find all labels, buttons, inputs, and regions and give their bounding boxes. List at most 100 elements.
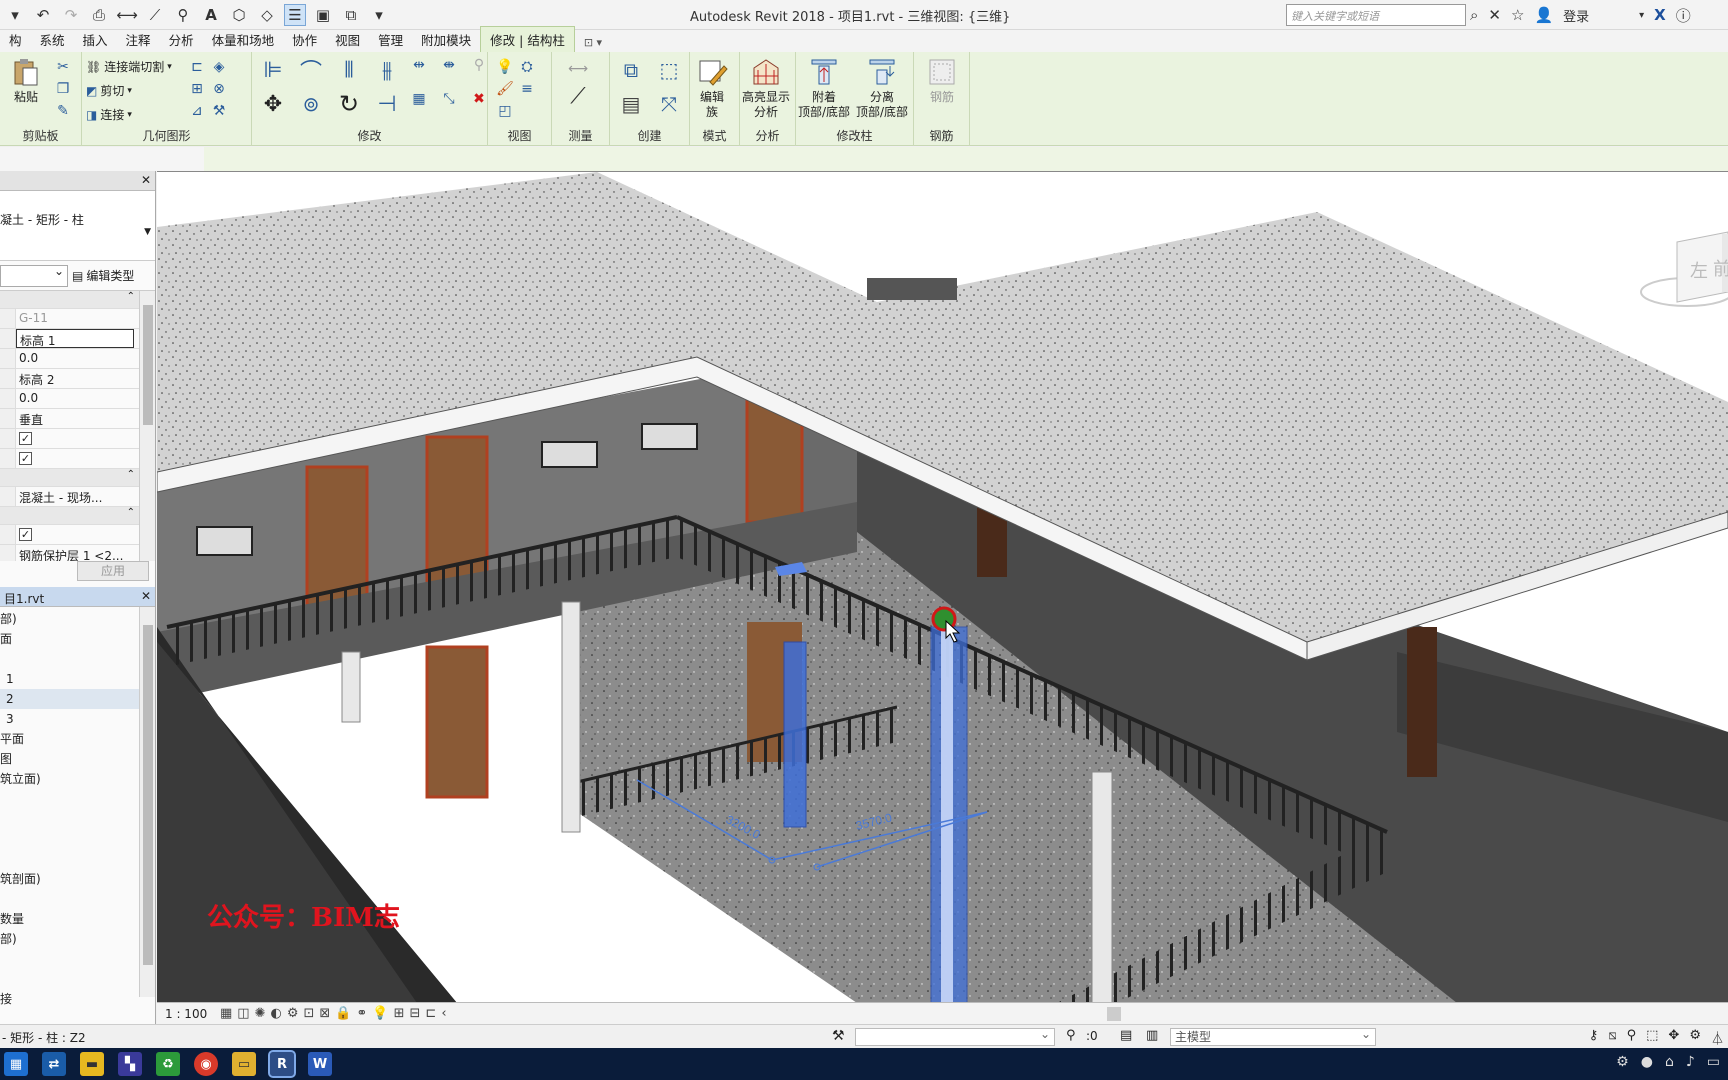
select-underlay-icon[interactable]: ⧅ [1608, 1028, 1616, 1047]
instance-filter-dropdown[interactable] [0, 264, 68, 287]
chevron-down-icon[interactable]: ▾ [1639, 10, 1644, 21]
top-offset-field[interactable]: 0.0 [16, 389, 134, 408]
trim-extend-icon[interactable]: ⊣ [372, 90, 402, 118]
scale-icon[interactable]: ⤡ [440, 90, 458, 108]
rebar-cover-field[interactable]: 钢筋保护层 1 <2... [16, 545, 134, 561]
unpin-icon[interactable]: ⚲ [470, 56, 488, 74]
checkbox[interactable]: ✓ [19, 528, 32, 541]
tree-item[interactable]: 接 [0, 989, 155, 1009]
tree-item[interactable]: 2 [0, 689, 155, 709]
tree-item[interactable]: 筑剖面) [0, 869, 155, 889]
sun-path-icon[interactable]: ✺ [255, 1006, 266, 1021]
rebar-button[interactable]: 钢筋 [926, 56, 958, 105]
join-geometry-button[interactable]: ◨ 连接 ▾ [86, 106, 132, 123]
type-selector[interactable]: 凝土 - 矩形 - 柱 ▼ [0, 191, 155, 261]
lock-view-icon[interactable]: 🔒 [335, 1006, 351, 1021]
measure-icon[interactable]: ⟷ [116, 4, 138, 26]
cut-join-button[interactable]: ⛓ 连接端切割 ▾ [86, 58, 172, 75]
linework-icon[interactable]: ≡ [518, 80, 536, 98]
highlight-analytical-button[interactable]: 高亮显示 分析 [742, 56, 790, 120]
open-icon[interactable]: ▾ [4, 4, 26, 26]
horizontal-scrollbar[interactable] [1107, 1007, 1121, 1021]
split-gap-icon[interactable]: ⇼ [440, 56, 458, 74]
tray-network-icon[interactable]: ⌂ [1665, 1054, 1674, 1070]
star-icon[interactable]: ☆ [1511, 6, 1524, 24]
tree-item[interactable]: 数量 [0, 909, 155, 929]
tree-item[interactable] [0, 649, 155, 669]
delete-icon[interactable]: ✖ [470, 90, 488, 108]
crop-view-icon[interactable]: ⊡ [304, 1006, 315, 1021]
windows-start-icon[interactable]: ▦ [4, 1052, 28, 1076]
file-explorer-icon[interactable]: ▭ [232, 1052, 256, 1076]
workset-dropdown[interactable] [855, 1026, 1055, 1046]
browser-scrollbar[interactable] [139, 607, 155, 997]
exchange-icon[interactable]: ✕ [1488, 6, 1501, 24]
recycle-app-icon[interactable]: ♻ [156, 1052, 180, 1076]
tag-icon[interactable]: ⚲ [172, 4, 194, 26]
user-icon[interactable]: 👤 [1534, 6, 1553, 24]
tree-item[interactable] [0, 829, 155, 849]
viewcube-front-face[interactable]: 前 [1713, 259, 1728, 280]
filter-icon[interactable]: ⏃ [1711, 1028, 1724, 1047]
aligned-dimension-icon[interactable]: ⟋ [560, 82, 596, 110]
hammer-icon[interactable]: ⚒ [210, 102, 228, 120]
tree-item[interactable] [0, 969, 155, 989]
scale-label[interactable]: 1 : 100 [165, 1007, 215, 1021]
tree-item[interactable] [0, 889, 155, 909]
document-app-icon[interactable]: W [308, 1052, 332, 1076]
redo-icon[interactable]: ↷ [60, 4, 82, 26]
offset-icon[interactable]: ⌒ [296, 56, 326, 85]
split-face-icon[interactable]: ⊞ [188, 80, 206, 98]
hide-bulb-icon[interactable]: 💡 [496, 58, 514, 76]
temp-view-props-icon[interactable]: ⊞ [394, 1006, 405, 1021]
top-level-field[interactable]: 标高 2 [16, 369, 134, 388]
main-model-icon[interactable]: ▤ [1120, 1028, 1132, 1043]
create-group-icon[interactable]: ▤ [616, 90, 646, 118]
text-icon[interactable]: A [200, 4, 222, 26]
split-icon[interactable]: ⇹ [410, 56, 428, 74]
tab-insert[interactable]: 插入 [74, 27, 117, 52]
wall-joins-icon[interactable]: ⊏ [188, 58, 206, 76]
tray-volume-icon[interactable]: ♪ [1686, 1054, 1695, 1070]
tree-item[interactable]: 面 [0, 629, 155, 649]
create-assembly-icon[interactable]: ⧉ [616, 56, 646, 84]
3d-viewport[interactable]: 3200.0 3570.0 左 前 公众号：BIM志 [157, 171, 1728, 1002]
editable-only-icon[interactable]: ⚲ [1066, 1028, 1076, 1043]
tray-battery-icon[interactable]: ▭ [1707, 1054, 1720, 1070]
close-icon[interactable]: ✕ [141, 173, 151, 187]
background-process-icon[interactable]: ⚙ [1689, 1028, 1701, 1047]
tab-systems[interactable]: 系统 [31, 27, 74, 52]
select-pinned-icon[interactable]: ⚲ [1627, 1028, 1637, 1047]
base-offset-field[interactable]: 0.0 [16, 349, 134, 368]
teamviewer-icon[interactable]: ⇄ [42, 1052, 66, 1076]
tree-item[interactable]: 筑立面) [0, 769, 155, 789]
worksets-icon[interactable]: ⚒ [832, 1028, 845, 1044]
exclude-options-icon[interactable]: ▥ [1146, 1028, 1158, 1043]
dimension-icon[interactable]: ⟋ [144, 4, 166, 26]
tree-item[interactable]: 部) [0, 929, 155, 949]
tab-annotate[interactable]: 注释 [117, 27, 160, 52]
base-level-field[interactable]: 标高 1 [16, 329, 134, 348]
tray-mic-icon[interactable]: ● [1641, 1054, 1653, 1070]
highlight-displacement-icon[interactable]: ⊏ [425, 1006, 436, 1021]
reveal-hidden-icon[interactable]: 💡 [372, 1006, 388, 1021]
property-group-header[interactable]: ⌃ [0, 291, 155, 309]
column-style-field[interactable]: 垂直 [16, 409, 134, 428]
move-icon[interactable]: ✥ [258, 90, 288, 118]
property-group-header[interactable]: ⌃ [0, 507, 155, 525]
rotate-icon[interactable]: ↻ [334, 90, 364, 118]
tab-modify-structural-column[interactable]: 修改 | 结构柱 [480, 26, 575, 52]
property-group-header[interactable]: ⌃ [0, 469, 155, 487]
temp-hide-icon[interactable]: ⚭ [357, 1006, 368, 1021]
tree-item[interactable]: 平面 [0, 729, 155, 749]
attach-top-base-button[interactable]: 附着 顶部/底部 [798, 56, 850, 120]
array-icon[interactable]: ▦ [410, 90, 428, 108]
close-icon[interactable]: ✕ [141, 589, 151, 603]
checkbox[interactable]: ✓ [19, 452, 32, 465]
brush-icon[interactable]: 🖌 [496, 80, 514, 98]
tree-item[interactable] [0, 949, 155, 969]
help-icon[interactable]: ⓘ [1676, 5, 1691, 26]
checkbox[interactable]: ✓ [19, 432, 32, 445]
print-icon[interactable]: ⎙ [88, 4, 110, 26]
material-field[interactable]: 混凝土 - 现场... [16, 487, 134, 506]
